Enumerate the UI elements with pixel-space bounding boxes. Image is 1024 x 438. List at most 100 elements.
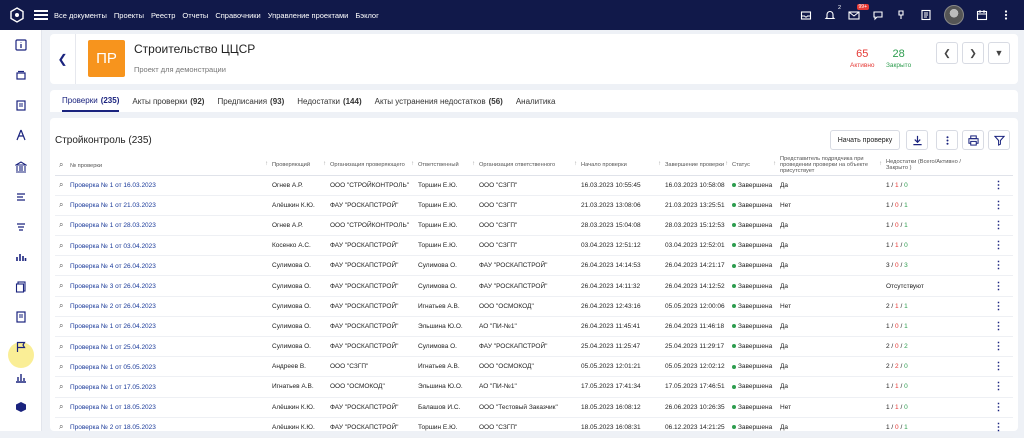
row-menu-icon[interactable]: ⋮ [984, 397, 1013, 418]
column-header[interactable]: Недостатки (Всего/Активно / Закрыто ) [884, 155, 984, 176]
topnav-item[interactable]: Отчеты [182, 11, 208, 20]
row-menu-icon[interactable]: ⋮ [984, 336, 1013, 358]
inspection-link[interactable]: Проверка № 1 от 16.03.2023 [70, 182, 156, 189]
inspection-id-cell[interactable]: ⌕ Проверка № 1 от 25.04.2023 [55, 336, 270, 358]
inspection-link[interactable]: Проверка № 2 от 18.05.2023 [70, 424, 156, 431]
inspection-link[interactable]: Проверка № 3 от 26.04.2023 [70, 283, 156, 290]
inspection-link[interactable]: Проверка № 1 от 18.05.2023 [70, 404, 156, 411]
column-header[interactable]: Организация проверяющего ↑ [328, 155, 416, 176]
bell-icon[interactable]: 2 [824, 5, 841, 21]
inspection-link[interactable]: Проверка № 1 от 17.05.2023 [70, 384, 156, 391]
row-menu-icon[interactable]: ⋮ [984, 316, 1013, 338]
sidebar-list-icon[interactable] [14, 190, 28, 204]
sort-arrow-icon[interactable]: ↑ [323, 161, 326, 167]
row-menu-icon[interactable]: ⋮ [984, 235, 1013, 257]
sort-arrow-icon[interactable]: ↑ [773, 161, 776, 167]
topnav-item[interactable]: Все документы [54, 11, 107, 20]
print-button[interactable] [962, 130, 984, 150]
sidebar-info-icon[interactable] [14, 38, 28, 52]
table-row[interactable]: ⌕ Проверка № 1 от 21.03.2023 Алёшкин К.Ю. Ф… [55, 195, 1013, 216]
table-row[interactable]: ⌕ Проверка № 1 от 26.04.2023 Сулимова О. ФА… [55, 316, 1013, 338]
start-inspection-button[interactable]: Начать проверку [830, 130, 900, 150]
inspection-link[interactable]: Проверка № 1 от 05.05.2023 [70, 364, 156, 371]
inspection-id-cell[interactable]: ⌕ Проверка № 1 от 16.03.2023 [55, 175, 270, 196]
row-menu-icon[interactable]: ⋮ [984, 175, 1013, 196]
row-menu-icon[interactable]: ⋮ [984, 255, 1013, 277]
tab-item[interactable]: Проверки (235) [62, 90, 120, 112]
topnav-item[interactable]: Реестр [151, 11, 175, 20]
sidebar-clipboard-icon[interactable] [14, 98, 28, 112]
sort-arrow-icon[interactable]: ↑ [725, 161, 728, 167]
table-row[interactable]: ⌕ Проверка № 1 от 18.05.2023 Алёшкин К.Ю. Ф… [55, 397, 1013, 418]
table-row[interactable]: ⌕ Проверка № 1 от 03.04.2023 Косенко А.С. Ф… [55, 235, 1013, 257]
row-menu-icon[interactable]: ⋮ [984, 215, 1013, 237]
tab-item[interactable]: Недостатки (144) [297, 90, 361, 112]
topnav-item[interactable]: Проекты [114, 11, 144, 20]
inspection-id-cell[interactable]: ⌕ Проверка № 1 от 18.05.2023 [55, 397, 270, 418]
column-header[interactable]: Проверяющий ↑ [270, 155, 328, 176]
column-header[interactable]: Представитель подрядчика при проведении … [778, 155, 884, 176]
topnav-item[interactable]: Справочники [215, 11, 260, 20]
tab-item[interactable]: Аналитика [516, 90, 559, 112]
inspection-id-cell[interactable]: ⌕ Проверка № 1 от 05.05.2023 [55, 356, 270, 378]
sort-arrow-icon[interactable]: ↑ [574, 161, 577, 167]
app-logo-icon[interactable] [6, 4, 28, 26]
table-row[interactable]: ⌕ Проверка № 1 от 28.03.2023 Огнев А.Р. ООО… [55, 215, 1013, 237]
column-header[interactable]: Статус ↑ [730, 155, 778, 176]
help-icon[interactable] [896, 9, 908, 21]
expand-button[interactable]: ▼ [988, 42, 1010, 64]
sort-arrow-icon[interactable]: ↑ [265, 161, 268, 167]
inspection-id-cell[interactable]: ⌕ Проверка № 1 от 21.03.2023 [55, 195, 270, 216]
mail-icon[interactable]: 99+ [848, 4, 869, 21]
inspection-id-cell[interactable]: ⌕ Проверка № 1 от 03.04.2023 [55, 235, 270, 257]
menu-icon[interactable] [34, 10, 48, 20]
row-menu-icon[interactable]: ⋮ [984, 275, 1013, 297]
column-header[interactable]: Организация ответственного ↑ [477, 155, 579, 176]
sort-arrow-icon[interactable]: ↑ [411, 161, 414, 167]
filter-button[interactable] [988, 130, 1010, 150]
table-row[interactable]: ⌕ Проверка № 4 от 26.04.2023 Сулимова О. ФА… [55, 255, 1013, 277]
inspection-id-cell[interactable]: ⌕ Проверка № 3 от 26.04.2023 [55, 275, 270, 297]
column-header[interactable]: ⌕ № проверки ↑ [55, 155, 270, 176]
inspection-link[interactable]: Проверка № 2 от 26.04.2023 [70, 303, 156, 310]
download-button[interactable] [906, 130, 928, 150]
sidebar-bank-icon[interactable] [14, 160, 28, 174]
row-menu-icon[interactable]: ⋮ [984, 356, 1013, 378]
sort-arrow-icon[interactable]: ↑ [658, 161, 661, 167]
sidebar-chart-icon[interactable] [14, 250, 28, 264]
sidebar-crane-icon[interactable] [14, 128, 28, 142]
user-avatar[interactable] [944, 5, 964, 25]
calendar-icon[interactable] [976, 9, 988, 21]
more-vertical-icon[interactable] [1000, 9, 1012, 21]
stat-active[interactable]: 65 Активно [850, 48, 875, 69]
table-row[interactable]: ⌕ Проверка № 1 от 16.03.2023 Огнев А.Р. ООО… [55, 175, 1013, 196]
row-menu-icon[interactable]: ⋮ [984, 417, 1013, 438]
column-header[interactable]: Завершение проверки ↑ [663, 155, 730, 176]
tab-item[interactable]: Предписания (93) [217, 90, 284, 112]
sidebar-box-icon[interactable] [14, 400, 28, 414]
inspection-id-cell[interactable]: ⌕ Проверка № 4 от 26.04.2023 [55, 255, 270, 277]
inspection-link[interactable]: Проверка № 1 от 03.04.2023 [70, 243, 156, 250]
tab-item[interactable]: Акты устранения недостатков (56) [375, 90, 503, 112]
stat-closed[interactable]: 28 Закрыто [886, 48, 911, 69]
table-row[interactable]: ⌕ Проверка № 2 от 26.04.2023 Сулимова О. ФА… [55, 296, 1013, 317]
more-actions-button[interactable] [936, 130, 958, 150]
topnav-item[interactable]: Управление проектами [268, 11, 349, 20]
inspection-link[interactable]: Проверка № 1 от 25.04.2023 [70, 344, 156, 351]
topnav-item[interactable]: Бэклог [355, 11, 378, 20]
table-row[interactable]: ⌕ Проверка № 3 от 26.04.2023 Сулимова О. ФА… [55, 275, 1013, 297]
next-project-button[interactable]: ❯ [962, 42, 984, 64]
prev-project-button[interactable]: ❮ [936, 42, 958, 64]
row-menu-icon[interactable]: ⋮ [984, 376, 1013, 398]
inspection-id-cell[interactable]: ⌕ Проверка № 1 от 17.05.2023 [55, 376, 270, 398]
inspection-link[interactable]: Проверка № 1 от 28.03.2023 [70, 222, 156, 229]
inspection-link[interactable]: Проверка № 4 от 26.04.2023 [70, 263, 156, 270]
table-row[interactable]: ⌕ Проверка № 1 от 25.04.2023 Сулимова О. ФА… [55, 336, 1013, 358]
inspection-id-cell[interactable]: ⌕ Проверка № 1 от 28.03.2023 [55, 215, 270, 237]
sidebar-bar-chart-icon[interactable] [14, 370, 28, 384]
inspection-link[interactable]: Проверка № 1 от 21.03.2023 [70, 202, 156, 209]
column-header[interactable]: Начало проверки ↑ [579, 155, 663, 176]
row-menu-icon[interactable]: ⋮ [984, 195, 1013, 216]
sidebar-documents-icon[interactable] [14, 280, 28, 294]
column-header[interactable]: Ответственный ↑ [416, 155, 477, 176]
